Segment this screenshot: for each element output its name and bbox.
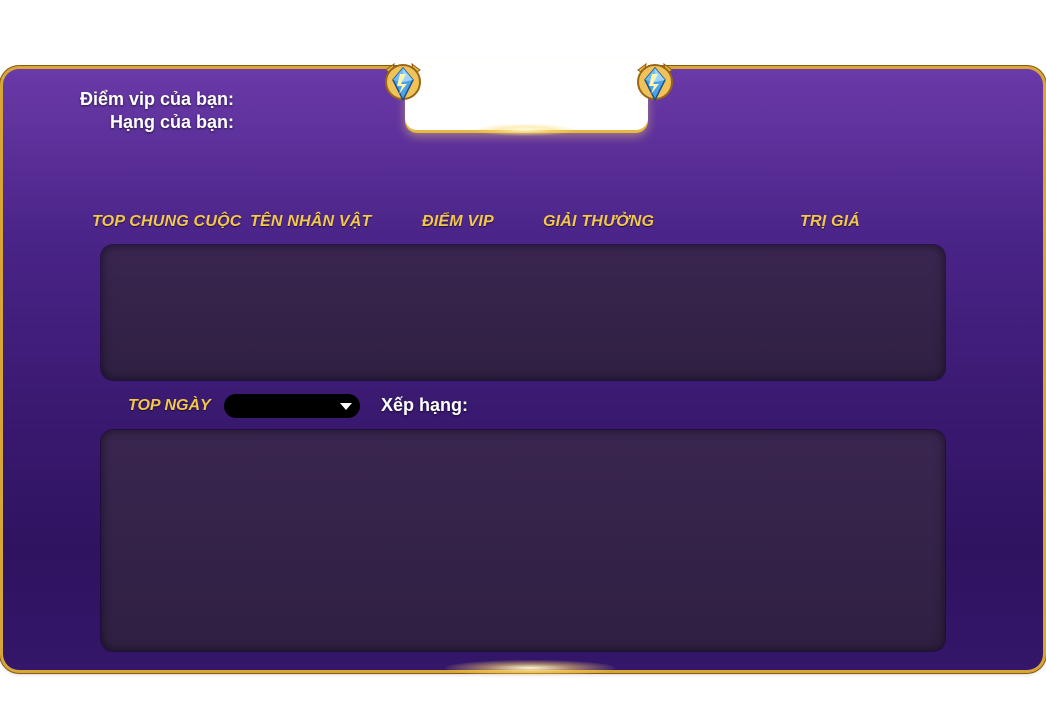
header-character-name: TÊN NHÂN VẬT [250,213,372,230]
crystal-emblem-icon [632,60,678,106]
chevron-down-icon [340,403,352,410]
header-vip-points: ĐIỂM VIP [422,213,494,230]
day-select[interactable] [224,394,360,418]
notch-glow [475,124,575,136]
panel-top-notch [405,60,648,130]
vip-points-label: Điểm vip của bạn: [79,89,234,109]
header-top-overall: TOP CHUNG CUỘC [92,213,242,230]
header-value: TRỊ GIÁ [800,213,861,230]
daily-rank-label: Xếp hạng: [381,395,469,415]
vip-ranking-frame: Điểm vip của bạn: Hạng của bạn: TOP CHUN… [0,0,1046,702]
overall-ranking-list[interactable] [101,245,945,380]
crystal-emblem-icon [380,60,426,106]
user-vip-info: Điểm vip của bạn: Hạng của bạn: [80,88,234,134]
bottom-glow [445,660,615,676]
user-rank-label: Hạng của bạn: [109,112,234,132]
top-day-label: TOP NGÀY [128,397,211,414]
daily-ranking-list[interactable] [101,430,945,651]
header-reward: GIẢI THƯỞNG [543,213,655,230]
